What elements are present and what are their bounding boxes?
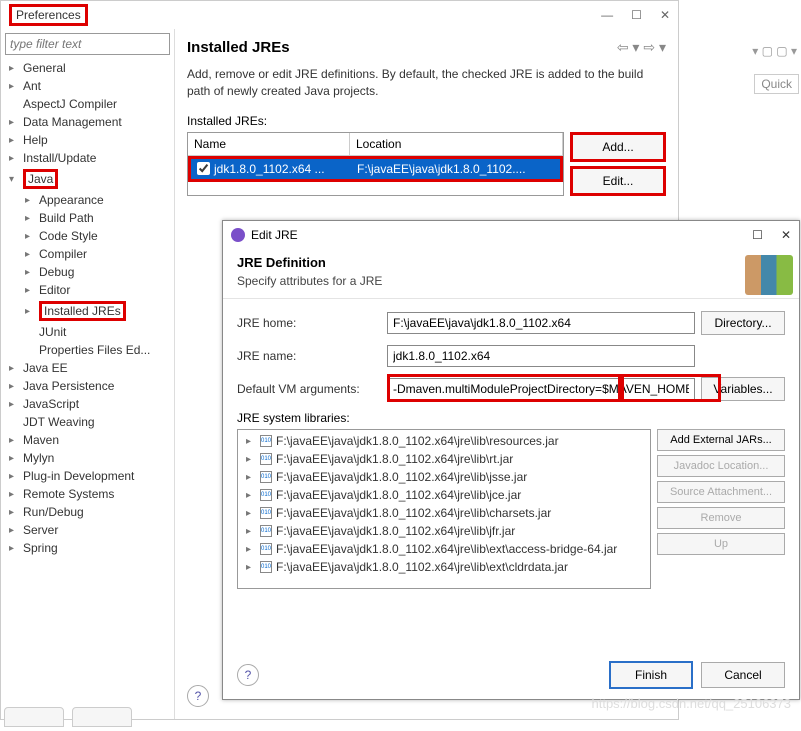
add-button[interactable]: Add... bbox=[570, 132, 666, 162]
tree-item-rundebug[interactable]: ▸Run/Debug bbox=[5, 503, 170, 521]
tree-item-datamgmt[interactable]: ▸Data Management bbox=[5, 113, 170, 131]
tree-item-aspectj[interactable]: AspectJ Compiler bbox=[5, 95, 170, 113]
quick-access-hint: Quick bbox=[754, 74, 799, 94]
jar-icon bbox=[260, 561, 272, 573]
tree-item-spring[interactable]: ▸Spring bbox=[5, 539, 170, 557]
table-row[interactable]: jdk1.8.0_1102.x64 ... F:\javaEE\java\jdk… bbox=[188, 156, 563, 182]
tree-item-java-debug[interactable]: ▸Debug bbox=[5, 263, 170, 281]
close-icon[interactable]: ✕ bbox=[660, 8, 670, 22]
help-icon[interactable]: ? bbox=[187, 685, 209, 707]
tree-item-java[interactable]: ▾Java bbox=[5, 167, 170, 191]
list-item[interactable]: ▸F:\javaEE\java\jdk1.8.0_1102.x64\jre\li… bbox=[240, 468, 648, 486]
eclipse-icon bbox=[231, 228, 245, 242]
jre-home-input[interactable] bbox=[387, 312, 695, 334]
bottom-tab[interactable] bbox=[72, 707, 132, 727]
preferences-titlebar[interactable]: Preferences — ☐ ✕ bbox=[1, 1, 678, 29]
system-libs-label: JRE system libraries: bbox=[237, 411, 785, 425]
jar-icon bbox=[260, 453, 272, 465]
edit-jre-dialog: Edit JRE ☐ ✕ JRE Definition Specify attr… bbox=[222, 220, 800, 700]
tree-item-java-codestyle[interactable]: ▸Code Style bbox=[5, 227, 170, 245]
list-item[interactable]: ▸F:\javaEE\java\jdk1.8.0_1102.x64\jre\li… bbox=[240, 558, 648, 576]
jar-icon bbox=[260, 489, 272, 501]
jre-home-label: JRE home: bbox=[237, 316, 381, 330]
tree-item-mylyn[interactable]: ▸Mylyn bbox=[5, 449, 170, 467]
variables-button[interactable]: Variables... bbox=[701, 377, 785, 401]
edit-jre-title: Edit JRE bbox=[251, 228, 298, 242]
page-description: Add, remove or edit JRE definitions. By … bbox=[187, 66, 666, 100]
bottom-tab[interactable] bbox=[4, 707, 64, 727]
vm-args-input[interactable] bbox=[387, 378, 695, 400]
tree-item-java-propfiles[interactable]: Properties Files Ed... bbox=[5, 341, 170, 359]
books-icon bbox=[745, 255, 793, 295]
list-item[interactable]: ▸F:\javaEE\java\jdk1.8.0_1102.x64\jre\li… bbox=[240, 522, 648, 540]
col-header-name[interactable]: Name bbox=[188, 133, 350, 155]
jre-definition-desc: Specify attributes for a JRE bbox=[237, 274, 785, 288]
list-item[interactable]: ▸F:\javaEE\java\jdk1.8.0_1102.x64\jre\li… bbox=[240, 486, 648, 504]
tree-item-maven[interactable]: ▸Maven bbox=[5, 431, 170, 449]
installed-jres-table[interactable]: Name Location jdk1.8.0_1102.x64 ... F:\j… bbox=[187, 132, 564, 196]
tree-item-jdt[interactable]: JDT Weaving bbox=[5, 413, 170, 431]
edit-jre-header: JRE Definition Specify attributes for a … bbox=[223, 249, 799, 299]
jre-definition-title: JRE Definition bbox=[237, 255, 785, 270]
nav-history-icons[interactable]: ⇦ ▾ ⇨ ▾ bbox=[617, 39, 666, 56]
jar-icon bbox=[260, 543, 272, 555]
up-button[interactable]: Up bbox=[657, 533, 785, 555]
list-item[interactable]: ▸F:\javaEE\java\jdk1.8.0_1102.x64\jre\li… bbox=[240, 450, 648, 468]
source-attachment-button[interactable]: Source Attachment... bbox=[657, 481, 785, 503]
watermark-text: https://blog.csdn.net/qq_25106373 bbox=[592, 696, 792, 711]
jre-name-input[interactable] bbox=[387, 345, 695, 367]
tree-item-java-compiler[interactable]: ▸Compiler bbox=[5, 245, 170, 263]
jre-name-cell: jdk1.8.0_1102.x64 ... bbox=[214, 162, 325, 176]
page-title: Installed JREs bbox=[187, 39, 666, 56]
tree-item-javapersist[interactable]: ▸Java Persistence bbox=[5, 377, 170, 395]
preferences-title: Preferences bbox=[9, 4, 88, 26]
tree-item-plugin[interactable]: ▸Plug-in Development bbox=[5, 467, 170, 485]
list-item[interactable]: ▸F:\javaEE\java\jdk1.8.0_1102.x64\jre\li… bbox=[240, 432, 648, 450]
tree-item-remote[interactable]: ▸Remote Systems bbox=[5, 485, 170, 503]
system-libs-list[interactable]: ▸F:\javaEE\java\jdk1.8.0_1102.x64\jre\li… bbox=[237, 429, 651, 589]
preferences-tree-pane: ▸General ▸Ant AspectJ Compiler ▸Data Man… bbox=[1, 29, 175, 719]
javadoc-location-button[interactable]: Javadoc Location... bbox=[657, 455, 785, 477]
jar-icon bbox=[260, 471, 272, 483]
tree-item-javascript[interactable]: ▸JavaScript bbox=[5, 395, 170, 413]
tree-item-java-appearance[interactable]: ▸Appearance bbox=[5, 191, 170, 209]
tree-item-java-editor[interactable]: ▸Editor bbox=[5, 281, 170, 299]
directory-button[interactable]: Directory... bbox=[701, 311, 785, 335]
list-item[interactable]: ▸F:\javaEE\java\jdk1.8.0_1102.x64\jre\li… bbox=[240, 540, 648, 558]
col-header-location[interactable]: Location bbox=[350, 133, 563, 155]
tree-item-javaee[interactable]: ▸Java EE bbox=[5, 359, 170, 377]
jre-default-checkbox[interactable] bbox=[197, 162, 210, 175]
bottom-tab-strip bbox=[4, 707, 132, 727]
installed-jres-label: Installed JREs: bbox=[187, 114, 666, 128]
tree-item-general[interactable]: ▸General bbox=[5, 59, 170, 77]
vm-args-label: Default VM arguments: bbox=[237, 382, 381, 396]
tree-item-server[interactable]: ▸Server bbox=[5, 521, 170, 539]
tree-item-java-installed-jres[interactable]: ▸Installed JREs bbox=[5, 299, 170, 323]
background-toolbar-icons: ▾ ▢ ▢ ▾ bbox=[752, 44, 797, 58]
maximize-icon[interactable]: ☐ bbox=[752, 228, 763, 242]
finish-button[interactable]: Finish bbox=[609, 661, 693, 689]
jar-icon bbox=[260, 435, 272, 447]
remove-button[interactable]: Remove bbox=[657, 507, 785, 529]
jar-icon bbox=[260, 507, 272, 519]
tree-item-install[interactable]: ▸Install/Update bbox=[5, 149, 170, 167]
edit-button[interactable]: Edit... bbox=[570, 166, 666, 196]
jre-location-cell: F:\javaEE\java\jdk1.8.0_1102.... bbox=[351, 159, 560, 179]
maximize-icon[interactable]: ☐ bbox=[631, 8, 642, 22]
tree-item-java-buildpath[interactable]: ▸Build Path bbox=[5, 209, 170, 227]
tree-item-java-junit[interactable]: JUnit bbox=[5, 323, 170, 341]
add-external-jars-button[interactable]: Add External JARs... bbox=[657, 429, 785, 451]
filter-input[interactable] bbox=[5, 33, 170, 55]
tree-item-help[interactable]: ▸Help bbox=[5, 131, 170, 149]
cancel-button[interactable]: Cancel bbox=[701, 662, 785, 688]
minimize-icon[interactable]: — bbox=[601, 8, 613, 22]
list-item[interactable]: ▸F:\javaEE\java\jdk1.8.0_1102.x64\jre\li… bbox=[240, 504, 648, 522]
edit-jre-titlebar[interactable]: Edit JRE ☐ ✕ bbox=[223, 221, 799, 249]
tree-item-ant[interactable]: ▸Ant bbox=[5, 77, 170, 95]
jar-icon bbox=[260, 525, 272, 537]
help-icon[interactable]: ? bbox=[237, 664, 259, 686]
jre-name-label: JRE name: bbox=[237, 349, 381, 363]
close-icon[interactable]: ✕ bbox=[781, 228, 791, 242]
